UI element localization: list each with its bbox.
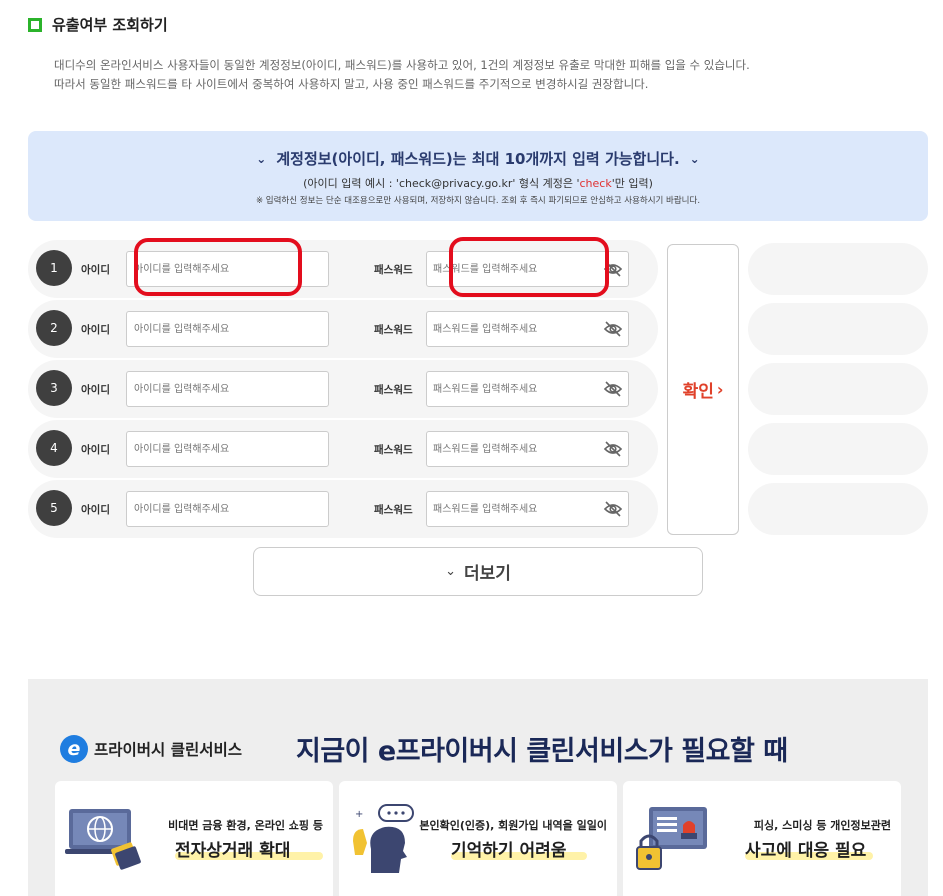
highlight-annotation — [134, 238, 302, 296]
description-line: 따라서 동일한 패스워드를 타 사이트에서 중복하여 사용하지 말고, 사용 중… — [54, 77, 649, 91]
description-line: 대디수의 온라인서비스 사용자들이 동일한 계정정보(아이디, 패스워드)를 사… — [54, 58, 750, 72]
result-slot — [748, 423, 928, 475]
info-example-highlight: check — [579, 177, 612, 190]
chevron-down-icon: ⌄ — [689, 151, 700, 166]
password-label: 패스워드 — [374, 504, 413, 516]
password-label: 패스워드 — [374, 264, 413, 276]
more-button[interactable]: ⌄ 더보기 — [253, 547, 703, 596]
eye-slash-icon[interactable] — [603, 380, 623, 398]
id-label: 아이디 — [81, 504, 110, 516]
checkbox-square-icon — [28, 17, 42, 32]
result-slot — [748, 363, 928, 415]
svg-text:+: + — [355, 809, 363, 820]
result-slot — [748, 483, 928, 535]
info-headline-row: ⌄ 계정정보(아이디, 패스워드)는 최대 10개까지 입력 가능합니다. ⌄ — [28, 148, 928, 169]
row-number: 3 — [36, 370, 72, 406]
id-input[interactable] — [126, 371, 329, 407]
promo-brand-name: 프라이버시 클린서비스 — [94, 741, 242, 759]
info-box: ⌄ 계정정보(아이디, 패스워드)는 최대 10개까지 입력 가능합니다. ⌄ … — [28, 131, 928, 221]
row-number: 2 — [36, 310, 72, 346]
thinking-person-icon: + — [353, 804, 414, 873]
password-input[interactable] — [426, 371, 629, 407]
section-title: 유출여부 조회하기 — [52, 16, 168, 34]
promo-card: 피싱, 스미싱 등 개인정보관련 사고에 대응 필요 — [623, 781, 901, 896]
highlight-annotation — [449, 237, 609, 297]
confirm-label: 확인 — [682, 382, 714, 402]
id-input[interactable] — [126, 431, 329, 467]
password-input[interactable] — [426, 491, 629, 527]
e-privacy-logo-icon: e — [60, 735, 88, 763]
section-header: 유출여부 조회하기 — [28, 14, 168, 35]
promo-card-line2: 기억하기 어려움 — [451, 841, 567, 861]
info-headline: 계정정보(아이디, 패스워드)는 최대 10개까지 입력 가능합니다. — [276, 150, 680, 168]
password-label: 패스워드 — [374, 324, 413, 336]
id-input[interactable] — [126, 491, 329, 527]
id-label: 아이디 — [81, 444, 110, 456]
eye-slash-icon[interactable] — [603, 500, 623, 518]
credential-row: 2 아이디 패스워드 — [28, 300, 658, 358]
id-label: 아이디 — [81, 324, 110, 336]
more-label: 더보기 — [463, 564, 511, 584]
row-number: 5 — [36, 490, 72, 526]
row-number: 4 — [36, 430, 72, 466]
credential-row: 5 아이디 패스워드 — [28, 480, 658, 538]
credential-row: 3 아이디 패스워드 — [28, 360, 658, 418]
chevron-down-icon: ⌄ — [445, 564, 456, 579]
eye-slash-icon[interactable] — [603, 320, 623, 338]
description: 대디수의 온라인서비스 사용자들이 동일한 계정정보(아이디, 패스워드)를 사… — [54, 56, 750, 94]
promo-card: + 본인확인(인증), 회원가입 내역을 일일이 기억하기 어려움 — [339, 781, 617, 896]
promo-banner: e 프라이버시 클린서비스 지금이 e프라이버시 클린서비스가 필요할 때 비대… — [28, 679, 928, 896]
promo-card-line1: 피싱, 스미싱 등 개인정보관련 — [753, 819, 891, 832]
id-label: 아이디 — [81, 264, 110, 276]
id-label: 아이디 — [81, 384, 110, 396]
promo-card-line2: 사고에 대응 필요 — [745, 841, 867, 861]
row-number: 1 — [36, 250, 72, 286]
info-example-prefix: (아이디 입력 예시 : 'check@privacy.go.kr' 형식 계정… — [303, 177, 580, 190]
promo-card-line1: 본인확인(인증), 회원가입 내역을 일일이 — [419, 819, 607, 832]
promo-card-line2: 전자상거래 확대 — [175, 841, 291, 861]
globe-laptop-icon — [65, 809, 141, 870]
promo-slogan: 지금이 e프라이버시 클린서비스가 필요할 때 — [296, 736, 788, 767]
result-slot — [748, 303, 928, 355]
password-label: 패스워드 — [374, 384, 413, 396]
chevron-down-icon: ⌄ — [256, 151, 267, 166]
chevron-right-icon: › — [716, 380, 724, 399]
credential-row: 4 아이디 패스워드 — [28, 420, 658, 478]
eye-slash-icon[interactable] — [603, 440, 623, 458]
id-input[interactable] — [126, 311, 329, 347]
confirm-button[interactable]: 확인 › — [667, 244, 739, 535]
result-slot — [748, 243, 928, 295]
padlock-screen-icon — [636, 807, 707, 870]
promo-brand: e 프라이버시 클린서비스 — [60, 735, 242, 763]
info-example-suffix: '만 입력) — [611, 177, 653, 190]
password-input[interactable] — [426, 311, 629, 347]
promo-card: 비대면 금융 환경, 온라인 쇼핑 등 전자상거래 확대 — [55, 781, 333, 896]
info-example: (아이디 입력 예시 : 'check@privacy.go.kr' 형식 계정… — [28, 175, 928, 191]
info-note: ※ 입력하신 정보는 단순 대조용으로만 사용되며, 저장하지 않습니다. 조회… — [255, 196, 701, 206]
password-input[interactable] — [426, 431, 629, 467]
promo-card-line1: 비대면 금융 환경, 온라인 쇼핑 등 — [168, 819, 323, 832]
password-label: 패스워드 — [374, 444, 413, 456]
